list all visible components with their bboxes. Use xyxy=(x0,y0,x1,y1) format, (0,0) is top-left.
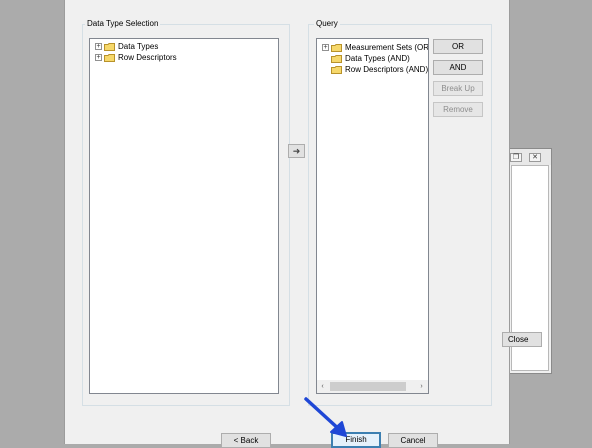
expand-icon[interactable]: + xyxy=(95,54,102,61)
cancel-button[interactable]: Cancel xyxy=(388,433,438,448)
query-wizard-dialog: Data Type Selection + Data Types + Row D… xyxy=(64,0,510,448)
tree-node-label: Row Descriptors xyxy=(118,53,177,62)
tree-node-label: Data Types (AND) xyxy=(345,54,410,63)
and-button[interactable]: AND xyxy=(433,60,483,75)
close-icon[interactable]: ✕ xyxy=(529,153,541,162)
query-label: Query xyxy=(314,19,340,29)
or-button[interactable]: OR xyxy=(433,39,483,54)
tree-node-label: Row Descriptors (AND) xyxy=(345,65,429,74)
folder-icon xyxy=(331,65,342,74)
data-type-tree[interactable]: + Data Types + Row Descriptors xyxy=(89,38,279,394)
annotation-arrow-icon xyxy=(304,397,347,437)
folder-icon xyxy=(331,43,342,52)
data-type-selection-label: Data Type Selection xyxy=(85,19,161,29)
break-up-button[interactable]: Break Up xyxy=(433,81,483,96)
query-tree[interactable]: + Measurement Sets (OR) Data Types (AND)… xyxy=(316,38,429,394)
tree-node-data-types[interactable]: + Data Types xyxy=(95,41,177,52)
query-node-data-types[interactable]: Data Types (AND) xyxy=(322,53,428,64)
folder-icon xyxy=(104,42,115,51)
scroll-right-icon[interactable]: › xyxy=(416,381,427,392)
query-node-measurement-sets[interactable]: + Measurement Sets (OR) xyxy=(322,42,429,53)
folder-icon xyxy=(331,54,342,63)
background-close-button[interactable]: Close xyxy=(502,332,542,347)
restore-icon[interactable]: ❐ xyxy=(510,153,522,162)
remove-button[interactable]: Remove xyxy=(433,102,483,117)
add-to-query-button[interactable]: ➜ xyxy=(288,144,305,158)
expand-icon[interactable]: + xyxy=(322,44,329,51)
tree-node-label: Data Types xyxy=(118,42,159,51)
tree-node-row-descriptors[interactable]: + Row Descriptors xyxy=(95,52,177,63)
query-node-row-descriptors[interactable]: Row Descriptors (AND) xyxy=(322,64,429,75)
expand-icon[interactable]: + xyxy=(95,43,102,50)
folder-icon xyxy=(104,53,115,62)
tree-node-label: Measurement Sets (OR) xyxy=(345,43,429,52)
back-button[interactable]: < Back xyxy=(221,433,271,448)
